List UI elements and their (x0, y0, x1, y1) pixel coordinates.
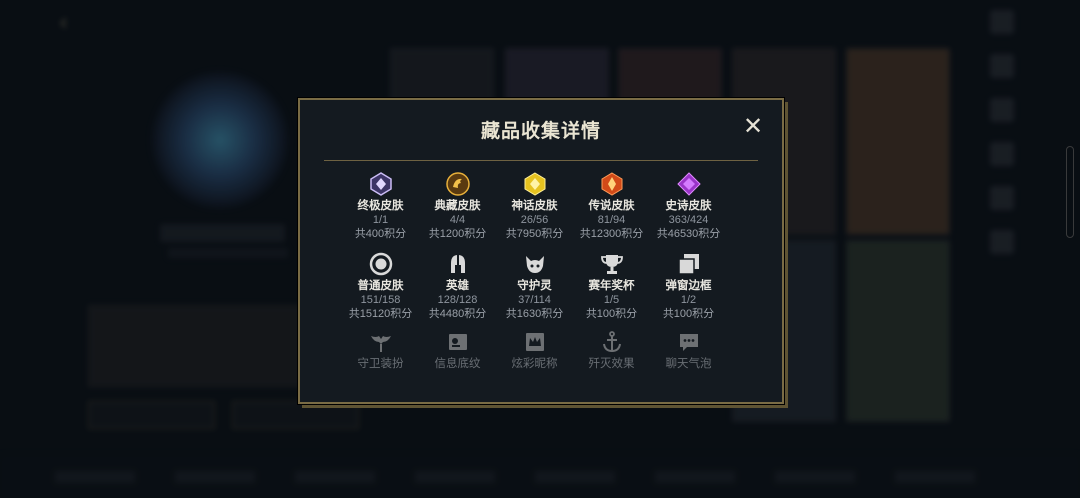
collection-item-colorful-name[interactable]: 炫彩昵称 (496, 330, 573, 370)
collection-item-count: 26/56 (520, 214, 549, 226)
collection-item-label: 终极皮肤 (357, 200, 404, 212)
collection-item-points: 共46530积分 (656, 228, 721, 240)
collection-item-label: 神话皮肤 (511, 200, 558, 212)
collection-item-elimination-effect[interactable]: 歼灭效果 (573, 330, 650, 370)
card-pattern-icon (446, 330, 470, 354)
collection-item-ultimate-skin[interactable]: 终极皮肤 1/1 共400积分 (342, 172, 419, 252)
collection-item-count: 4/4 (449, 214, 466, 226)
collection-item-count: 1/1 (372, 214, 389, 226)
collection-item-epic-skin[interactable]: 史诗皮肤 363/424 共46530积分 (650, 172, 727, 252)
collection-item-chat-bubble[interactable]: 聊天气泡 (650, 330, 727, 370)
frame-icon (677, 252, 701, 276)
collection-item-label: 传说皮肤 (588, 200, 635, 212)
collection-item-points: 共7950积分 (505, 228, 564, 240)
collection-item-label: 守护灵 (517, 280, 552, 292)
collection-item-label: 普通皮肤 (357, 280, 404, 292)
collection-item-info-pattern[interactable]: 信息底纹 (419, 330, 496, 370)
collection-item-label: 典藏皮肤 (434, 200, 481, 212)
mythic-gem-icon (523, 172, 547, 196)
modal-title: 藏品收集详情 (480, 121, 601, 142)
collection-item-label: 弹窗边框 (665, 280, 712, 292)
collection-item-label: 守卫装扮 (357, 358, 404, 370)
crown-name-icon (523, 330, 547, 354)
collection-item-points: 共12300积分 (579, 228, 644, 240)
collection-item-count: 81/94 (597, 214, 626, 226)
anchor-icon (600, 330, 624, 354)
collection-item-count: 363/424 (668, 214, 709, 226)
collection-item-label: 炫彩昵称 (511, 358, 558, 370)
collection-item-popup-frame[interactable]: 弹窗边框 1/2 共100积分 (650, 252, 727, 332)
collection-item-mythic-skin[interactable]: 神话皮肤 26/56 共7950积分 (496, 172, 573, 252)
epic-gem-icon (676, 172, 701, 196)
ultimate-gem-icon (369, 172, 393, 196)
collection-item-label: 信息底纹 (434, 358, 481, 370)
collection-item-season-trophy[interactable]: 赛年奖杯 1/5 共100积分 (573, 252, 650, 332)
collection-details-modal: 藏品收集详情 ✕ 终极皮肤 1/1 共400积分 典藏皮肤 4/4 共1200积… (298, 98, 784, 404)
collection-item-common-skin[interactable]: 普通皮肤 151/158 共15120积分 (342, 252, 419, 332)
collection-item-legendary-skin[interactable]: 传说皮肤 81/94 共12300积分 (573, 172, 650, 252)
trophy-icon (600, 252, 624, 276)
collection-item-champion[interactable]: 英雄 128/128 共4480积分 (419, 252, 496, 332)
collection-item-points: 共100积分 (662, 308, 715, 320)
collection-item-collector-skin[interactable]: 典藏皮肤 4/4 共1200积分 (419, 172, 496, 252)
helmet-icon (446, 252, 470, 276)
chat-bubble-icon (677, 330, 701, 354)
guardian-pet-icon (523, 252, 547, 276)
collection-item-points: 共100积分 (585, 308, 638, 320)
circle-icon (369, 252, 393, 276)
collection-item-points: 共4480积分 (428, 308, 487, 320)
title-divider (324, 160, 758, 161)
collection-item-guardian[interactable]: 守护灵 37/114 共1630积分 (496, 252, 573, 332)
collection-item-label: 赛年奖杯 (588, 280, 635, 292)
collection-grid: 终极皮肤 1/1 共400积分 典藏皮肤 4/4 共1200积分 神话皮肤 26… (342, 172, 727, 370)
collection-item-label: 史诗皮肤 (665, 200, 712, 212)
collection-item-points: 共15120积分 (348, 308, 413, 320)
collection-item-points: 共1630积分 (505, 308, 564, 320)
close-icon[interactable]: ✕ (742, 115, 764, 139)
dragon-emblem-icon (445, 172, 470, 196)
collection-item-count: 1/5 (603, 294, 620, 306)
ward-icon (369, 330, 393, 354)
collection-item-points: 共400积分 (354, 228, 407, 240)
collection-item-count: 37/114 (518, 294, 551, 306)
collection-item-label: 英雄 (446, 280, 469, 292)
collection-item-count: 128/128 (437, 294, 478, 306)
collection-item-count: 1/2 (680, 294, 697, 306)
collection-item-label: 歼灭效果 (588, 358, 635, 370)
legendary-gem-icon (600, 172, 624, 196)
collection-item-points: 共1200积分 (428, 228, 487, 240)
collection-item-label: 聊天气泡 (665, 358, 712, 370)
collection-item-count: 151/158 (360, 294, 401, 306)
collection-item-ward-skin[interactable]: 守卫装扮 (342, 330, 419, 370)
